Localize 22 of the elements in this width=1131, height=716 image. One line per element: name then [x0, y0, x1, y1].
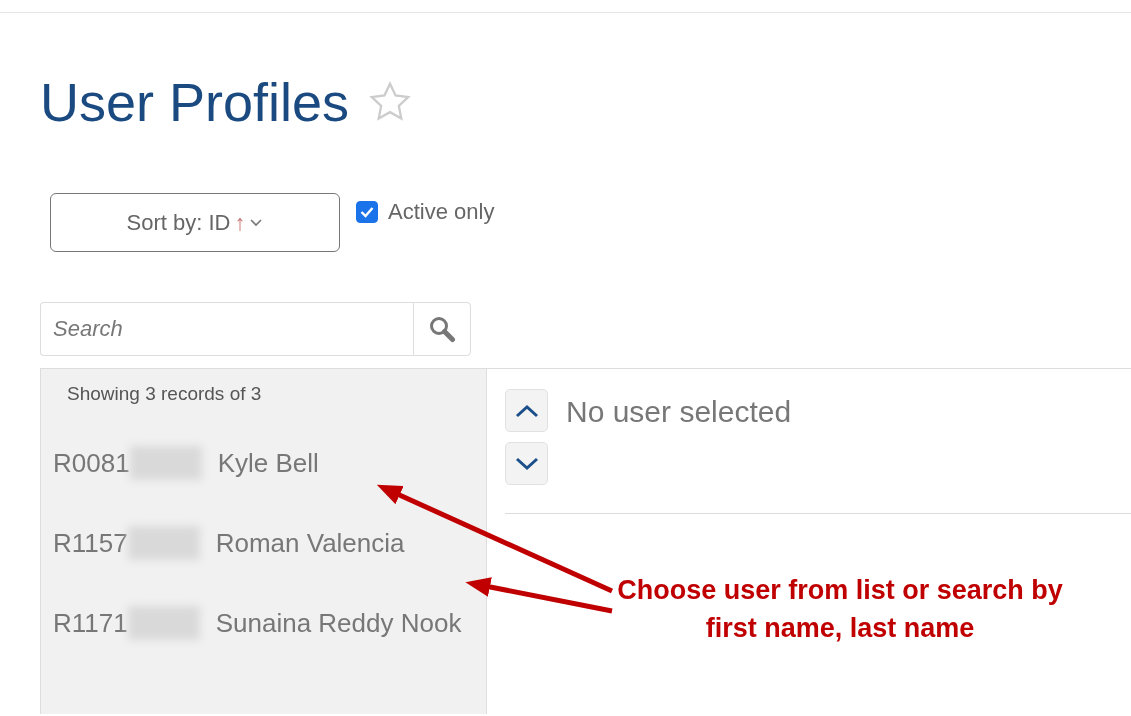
user-id[interactable]: R1157 [53, 527, 128, 559]
sort-dropdown[interactable]: Sort by: ID ↑ [50, 193, 340, 252]
search-button[interactable] [413, 302, 471, 356]
user-name[interactable]: Kyle Bell [217, 447, 319, 479]
chevron-up-icon [513, 402, 540, 419]
user-name[interactable]: Sunaina Reddy Nook [215, 607, 462, 639]
checkbox-label: Active only [388, 199, 495, 225]
chevron-down-icon [249, 217, 264, 228]
next-button[interactable] [505, 442, 548, 485]
page-title: User Profiles [40, 71, 350, 133]
annotation-text: Choose user from list or search by first name, last name [616, 574, 1064, 645]
chevron-down-icon [513, 455, 540, 472]
previous-button[interactable] [505, 389, 548, 432]
records-summary: Showing 3 records of 3 [66, 383, 263, 405]
search-field[interactable]: Search [40, 302, 413, 356]
empty-message: No user selected [566, 395, 792, 430]
user-name[interactable]: Roman Valencia [215, 527, 405, 559]
user-id[interactable]: R0081 [53, 447, 130, 479]
check-icon [360, 206, 374, 218]
search-icon [428, 315, 456, 343]
active-checkbox[interactable] [356, 201, 378, 223]
user-id[interactable]: R1171 [53, 607, 128, 639]
